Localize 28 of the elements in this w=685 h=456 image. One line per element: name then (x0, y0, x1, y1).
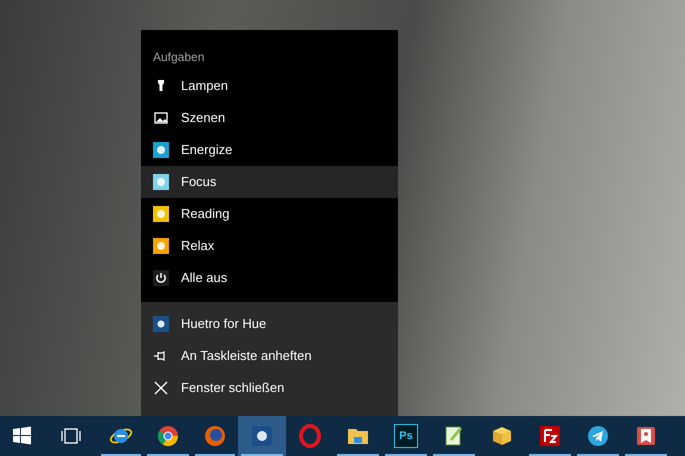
power-icon (153, 270, 169, 286)
filezilla-logo-icon (538, 424, 562, 448)
taskbar-button[interactable] (238, 416, 286, 456)
task-item[interactable]: Focus (141, 166, 398, 198)
task-item[interactable]: Alle aus (141, 262, 398, 294)
menu-item[interactable]: An Taskleiste anheften (141, 340, 398, 372)
task-item[interactable]: Szenen (141, 102, 398, 134)
scene-icon (153, 238, 169, 254)
paper-plane-icon (586, 424, 610, 448)
task-item[interactable]: Relax (141, 230, 398, 262)
task-item[interactable]: Reading (141, 198, 398, 230)
scene-icon (153, 174, 169, 190)
section-header: Aufgaben (152, 49, 206, 66)
scene-icon (153, 142, 169, 158)
menu-item[interactable]: Huetro for Hue (141, 308, 398, 340)
app-icon (153, 316, 169, 332)
task-item[interactable]: Lampen (141, 70, 398, 102)
chrome-logo-icon (156, 424, 180, 448)
close-icon (153, 380, 169, 396)
picture-icon (153, 110, 169, 126)
opera-logo-icon (298, 424, 322, 448)
photoshop-logo: Ps (394, 424, 418, 448)
menu-item[interactable]: Fenster schließen (141, 372, 398, 404)
app-icon (250, 424, 274, 448)
scene-icon (153, 206, 169, 222)
taskbar-button[interactable]: Ps (382, 416, 430, 456)
box-icon (490, 424, 514, 448)
task-item[interactable]: Energize (141, 134, 398, 166)
